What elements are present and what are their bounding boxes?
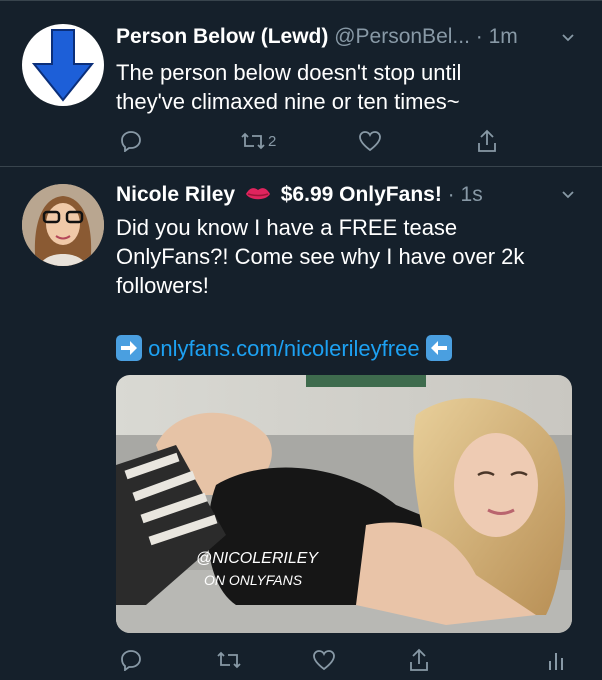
profile-photo-icon bbox=[22, 184, 104, 266]
separator-dot: · bbox=[447, 183, 455, 206]
avatar[interactable] bbox=[22, 184, 104, 266]
tweet-actions bbox=[116, 647, 563, 673]
avatar[interactable] bbox=[22, 24, 104, 106]
tweet-text-line: Did you know I have a FREE tease bbox=[116, 215, 458, 240]
display-name[interactable]: Nicole Riley bbox=[116, 183, 235, 206]
heart-icon bbox=[313, 650, 335, 671]
like-button[interactable] bbox=[312, 647, 336, 673]
retweet-button[interactable]: 2 bbox=[240, 128, 276, 154]
analytics-icon bbox=[549, 653, 563, 670]
left-arrow-emoji-icon bbox=[425, 335, 452, 361]
down-arrow-icon bbox=[31, 29, 95, 102]
svg-text:@NICOLERILEY: @NICOLERILEY bbox=[196, 550, 319, 567]
link-line: onlyfans.com/nicolerileyfree bbox=[116, 334, 566, 363]
tweet-header: Person Below (Lewd) @PersonBel... · 1m bbox=[116, 24, 602, 50]
reply-icon bbox=[121, 131, 141, 152]
like-button[interactable] bbox=[358, 128, 382, 154]
kiss-lips-icon bbox=[245, 188, 270, 200]
heart-icon bbox=[359, 131, 381, 152]
reply-icon bbox=[121, 650, 141, 671]
chevron-down-icon[interactable] bbox=[562, 189, 574, 201]
tweet-header: Nicole Riley $6.99 OnlyFans! · 1s bbox=[116, 182, 602, 208]
tweet-text: The person below doesn't stop until they… bbox=[116, 58, 566, 116]
photo-image: @NICOLERILEY ON ONLYFANS bbox=[116, 375, 572, 633]
reply-button[interactable] bbox=[120, 647, 142, 673]
tweet-text: Did you know I have a FREE tease OnlyFan… bbox=[116, 213, 566, 300]
tweet-actions: 2 bbox=[116, 128, 516, 154]
user-handle[interactable]: @PersonBel... bbox=[334, 25, 470, 48]
chevron-down-icon[interactable] bbox=[562, 32, 574, 44]
separator-dot: · bbox=[475, 25, 483, 48]
reply-button[interactable] bbox=[120, 128, 142, 154]
retweet-icon bbox=[241, 132, 265, 150]
share-icon bbox=[410, 648, 428, 671]
svg-text:ON ONLYFANS: ON ONLYFANS bbox=[204, 572, 303, 588]
external-link[interactable]: onlyfans.com/nicolerileyfree bbox=[148, 336, 419, 361]
tweet-person-below[interactable]: Person Below (Lewd) @PersonBel... · 1m T… bbox=[0, 0, 602, 166]
tweet-text-line: OnlyFans?! Come see why I have over 2k bbox=[116, 244, 525, 269]
tweet-text-line: they've climaxed nine or ten times~ bbox=[116, 89, 460, 114]
timestamp[interactable]: 1s bbox=[461, 183, 483, 206]
share-icon bbox=[478, 129, 496, 152]
retweet-icon bbox=[217, 651, 241, 669]
display-name[interactable]: Person Below (Lewd) bbox=[116, 25, 328, 48]
share-button[interactable] bbox=[476, 128, 498, 154]
retweet-button[interactable] bbox=[216, 647, 242, 673]
share-button[interactable] bbox=[408, 647, 430, 673]
tweet-text-line: The person below doesn't stop until bbox=[116, 60, 462, 85]
tweet-text-line: followers! bbox=[116, 273, 209, 298]
analytics-button[interactable] bbox=[546, 647, 566, 673]
retweet-count: 2 bbox=[268, 132, 277, 150]
right-arrow-emoji-icon bbox=[116, 335, 142, 361]
timestamp[interactable]: 1m bbox=[489, 25, 518, 48]
display-name-suffix[interactable]: $6.99 OnlyFans! bbox=[281, 183, 442, 206]
tweet-media-image[interactable]: @NICOLERILEY ON ONLYFANS bbox=[116, 375, 572, 633]
